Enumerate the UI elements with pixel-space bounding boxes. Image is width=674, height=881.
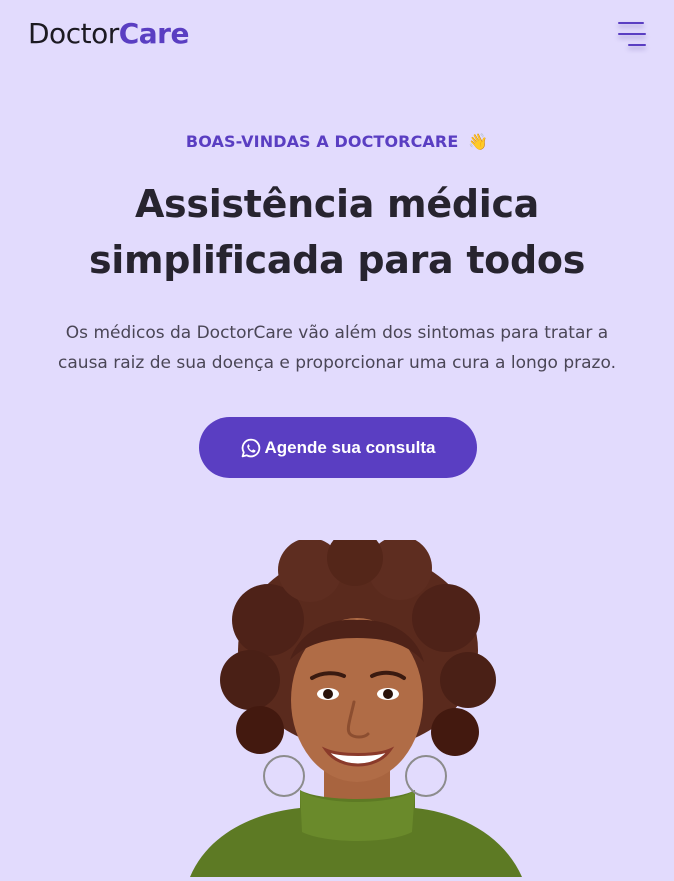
- waving-hand-icon: 👋: [468, 132, 489, 151]
- title-line-2: simplificada para todos: [88, 238, 586, 282]
- menu-bar-bottom: [628, 44, 646, 46]
- logo-primary: Doctor: [28, 17, 119, 50]
- navbar: DoctorCare: [0, 0, 674, 70]
- logo-accent: Care: [118, 17, 190, 50]
- hero-description: Os médicos da DoctorCare vão além dos si…: [30, 318, 644, 378]
- description-line-1: Os médicos da DoctorCare vão além dos si…: [65, 323, 609, 343]
- schedule-appointment-label: Agende sua consulta: [264, 437, 436, 457]
- welcome-text: BOAS-VINDAS A DOCTORCARE: [185, 132, 459, 151]
- logo[interactable]: DoctorCare: [28, 16, 189, 52]
- woman-smiling-portrait: [150, 530, 550, 877]
- page-title: Assistência médica simplificada para tod…: [40, 176, 634, 288]
- welcome-label: BOAS-VINDAS A DOCTORCARE 👋: [0, 130, 674, 154]
- title-line-1: Assistência médica: [134, 182, 540, 226]
- whatsapp-icon: [241, 438, 261, 458]
- menu-bar-middle: [618, 33, 646, 35]
- schedule-appointment-button[interactable]: Agende sua consulta: [199, 417, 477, 478]
- hamburger-menu-icon[interactable]: [612, 16, 652, 56]
- description-line-2: causa raiz de sua doença e proporcionar …: [58, 353, 616, 373]
- menu-bar-top: [618, 22, 644, 24]
